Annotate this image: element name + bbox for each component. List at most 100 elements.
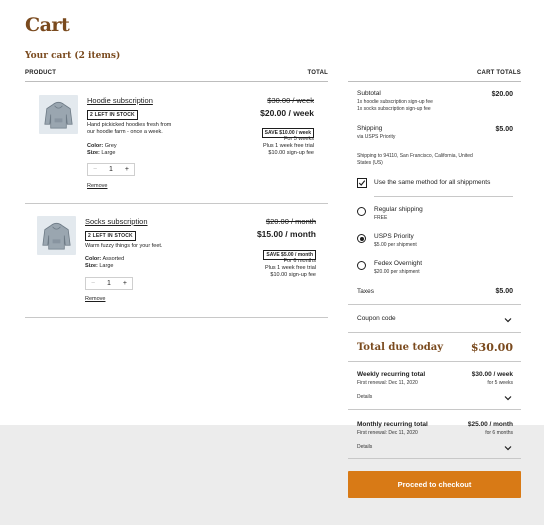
- subtotal-amount: $20.00: [491, 91, 513, 98]
- chevron-down-icon[interactable]: [503, 443, 513, 453]
- column-product: PRODUCT: [25, 70, 57, 76]
- product-description: Hand pickicked hoodies fresh from our ho…: [87, 122, 171, 136]
- shipping-option-usps-price: $5.00 per shipment: [374, 242, 417, 248]
- cart-heading: Your cart (2 items): [25, 51, 121, 61]
- divider: [348, 361, 521, 362]
- plus-icon[interactable]: +: [123, 280, 127, 287]
- color-value: Grey: [104, 143, 117, 149]
- size-label: Size:: [85, 263, 98, 269]
- color-label: Color:: [85, 256, 102, 262]
- term-line: Plus 1 week free trial: [264, 265, 316, 271]
- monthly-first-renewal: First renewal: Dec 11, 2020: [357, 430, 418, 436]
- term-line: $10.00 sign-up fee: [268, 150, 314, 156]
- subtotal-label: Subtotal: [357, 90, 381, 97]
- color-value: Assorted: [102, 256, 125, 262]
- shipping-option-regular-radio[interactable]: [357, 207, 366, 216]
- original-price: $20.00 / month: [265, 217, 316, 226]
- size-value: Large: [101, 150, 116, 156]
- term-line: Plus 1 week free trial: [262, 143, 314, 149]
- description-line: our hoodie farm - once a week.: [87, 129, 163, 135]
- product-name-link[interactable]: Hoodie subscription: [87, 96, 153, 105]
- divider: [25, 203, 328, 204]
- monthly-details-toggle[interactable]: Details: [357, 444, 372, 451]
- remove-link[interactable]: Remove: [85, 296, 105, 302]
- color-label: Color:: [87, 143, 104, 149]
- shipping-option-regular-label[interactable]: Regular shipping: [374, 206, 423, 213]
- shipping-option-usps-radio[interactable]: [357, 234, 366, 243]
- shipping-option-regular-price: FREE: [374, 215, 388, 221]
- product-description: Warm fuzzy things for your feet.: [85, 243, 162, 250]
- weekly-first-renewal: First renewal: Dec 11, 2020: [357, 380, 418, 386]
- size-value: Large: [99, 263, 114, 269]
- same-method-label[interactable]: Use the same method for all shippments: [374, 179, 490, 186]
- taxes-amount: $5.00: [495, 288, 513, 295]
- total-due-amount: $30.00: [470, 341, 513, 354]
- weekly-details-toggle[interactable]: Details: [357, 394, 372, 401]
- quantity-value[interactable]: 1: [109, 166, 113, 173]
- weekly-recurring-amount: $30.00 / week: [471, 371, 513, 378]
- socks-image: [42, 222, 71, 250]
- quantity-value[interactable]: 1: [107, 280, 111, 287]
- coupon-toggle[interactable]: Coupon code: [357, 315, 396, 322]
- monthly-recurring-label: Monthly recurring total: [357, 421, 428, 428]
- divider: [25, 81, 328, 82]
- term-line: $10.00 sign-up fee: [270, 272, 316, 278]
- hoodie-icon: [37, 216, 76, 255]
- weekly-recurring-label: Weekly recurring total: [357, 371, 426, 378]
- minus-icon[interactable]: −: [91, 280, 95, 287]
- term-line: For 6 months: [283, 258, 316, 264]
- shipping-amount: $5.00: [495, 126, 513, 133]
- stock-badge: 2 LEFT IN STOCK: [85, 231, 136, 241]
- shipping-option-fedex-price: $20.00 per shipment: [374, 269, 420, 275]
- current-price: $20.00 / week: [260, 108, 314, 118]
- weekly-duration: for 5 weeks: [487, 380, 513, 386]
- product-attributes: Color: Assorted Size: Large: [85, 256, 124, 270]
- chevron-down-icon[interactable]: [503, 315, 513, 325]
- checkmark-icon: [358, 180, 366, 186]
- divider: [348, 81, 521, 82]
- monthly-recurring-amount: $25.00 / month: [467, 421, 513, 428]
- subscription-terms: For 5 weeks Plus 1 week free trial $10.0…: [214, 136, 314, 157]
- subtotal-note: 1x socks subscription sign-up fee: [357, 105, 431, 112]
- taxes-label: Taxes: [357, 288, 374, 295]
- divider: [348, 409, 521, 410]
- monthly-duration: for 6 months: [485, 430, 513, 436]
- remove-link[interactable]: Remove: [87, 183, 107, 189]
- divider: [374, 196, 513, 197]
- divider: [348, 304, 521, 305]
- shipping-via: via USPS Priority: [357, 134, 396, 140]
- column-total: TOTAL: [307, 70, 328, 76]
- shipping-destination: Shipping to 94110, San Francisco, Califo…: [357, 153, 517, 166]
- subtotal-note: 1x hoodie subscription sign-up fee: [357, 99, 433, 105]
- quantity-stepper[interactable]: − 1 +: [85, 277, 133, 290]
- term-line: For 5 weeks: [284, 136, 314, 142]
- shipping-option-fedex-radio[interactable]: [357, 261, 366, 270]
- divider: [348, 458, 521, 459]
- quantity-stepper[interactable]: − 1 +: [87, 163, 135, 176]
- plus-icon[interactable]: +: [125, 166, 129, 173]
- divider: [348, 332, 521, 333]
- page-title: Cart: [25, 14, 70, 36]
- subtotal-notes: 1x hoodie subscription sign-up fee 1x so…: [357, 99, 433, 112]
- chevron-down-icon[interactable]: [503, 393, 513, 403]
- shipping-label: Shipping: [357, 125, 383, 132]
- shipping-option-usps-label[interactable]: USPS Priority: [374, 233, 414, 240]
- current-price: $15.00 / month: [256, 229, 316, 239]
- size-label: Size:: [87, 150, 100, 156]
- hoodie-icon: [39, 95, 78, 134]
- destination-line: States (US): [357, 159, 383, 166]
- original-price: $30.00 / week: [267, 96, 314, 105]
- description-line: Warm fuzzy things for your feet.: [85, 243, 163, 249]
- minus-icon[interactable]: −: [93, 166, 97, 173]
- column-cart-totals: CART TOTALS: [477, 70, 521, 76]
- product-attributes: Color: Grey Size: Large: [87, 143, 117, 157]
- subscription-terms: For 6 months Plus 1 week free trial $10.…: [216, 258, 316, 279]
- shipping-option-fedex-label[interactable]: Fedex Overnight: [374, 260, 422, 267]
- divider: [25, 317, 328, 318]
- total-due-label: Total due today: [357, 342, 444, 353]
- same-method-checkbox[interactable]: [357, 178, 367, 188]
- product-name-link[interactable]: Socks subscription: [85, 217, 148, 226]
- proceed-to-checkout-button[interactable]: Proceed to checkout: [348, 471, 521, 498]
- hoodie-image: [44, 101, 73, 129]
- description-line: Hand pickicked hoodies fresh from: [87, 122, 172, 128]
